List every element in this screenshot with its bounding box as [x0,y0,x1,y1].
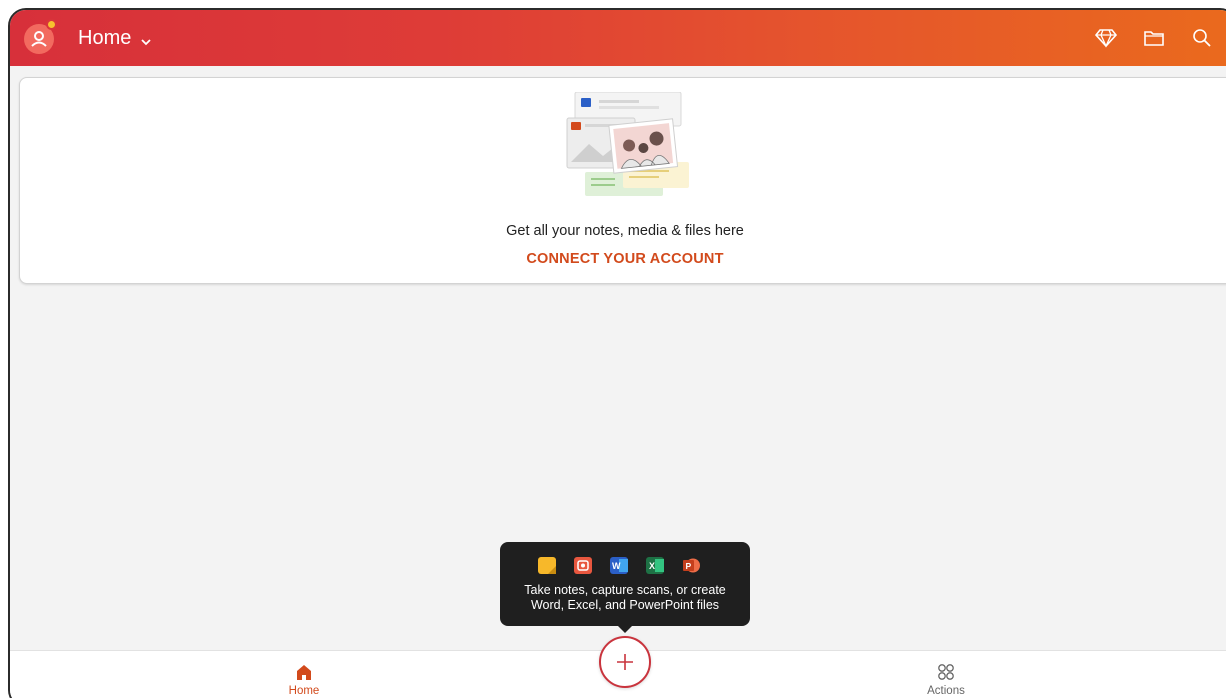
word-icon: W [610,557,628,574]
svg-text:X: X [649,561,655,571]
svg-text:P: P [686,561,692,571]
home-icon [292,661,316,683]
nav-home-label: Home [288,685,320,697]
premium-diamond-icon[interactable] [1094,26,1118,50]
tooltip-text: Take notes, capture scans, or create Wor… [500,583,750,613]
nav-home[interactable]: Home [264,661,344,697]
top-app-bar: Home [10,10,1226,66]
create-tooltip: W X P Take notes, capture scans, or crea… [500,542,750,633]
plus-icon [617,654,633,670]
files-illustration [566,92,689,196]
nav-actions-label: Actions [927,685,965,697]
chevron-down-icon [139,32,153,46]
nav-actions[interactable]: Actions [906,661,986,697]
actions-grid-icon [934,661,958,683]
search-icon[interactable] [1190,26,1214,50]
connect-account-card: Get all your notes, media & files here C… [19,77,1226,284]
card-message: Get all your notes, media & files here [506,223,744,239]
folder-icon[interactable] [1142,26,1166,50]
connect-account-link[interactable]: CONNECT YOUR ACCOUNT [20,251,1226,267]
notification-dot [46,19,57,30]
powerpoint-icon: P [682,557,700,574]
excel-icon: X [646,557,664,574]
svg-text:W: W [612,561,621,571]
tooltip-line-1: Take notes, capture scans, or create [524,583,726,597]
page-title: Home [78,27,132,49]
tooltip-line-2: Word, Excel, and PowerPoint files [530,598,720,612]
sticky-note-icon [538,557,556,574]
scan-camera-icon [574,557,592,574]
app-window: Home Get all your notes, media & files h… [8,8,1226,698]
create-fab-button[interactable] [599,636,651,688]
home-dropdown[interactable]: Home [78,27,153,50]
